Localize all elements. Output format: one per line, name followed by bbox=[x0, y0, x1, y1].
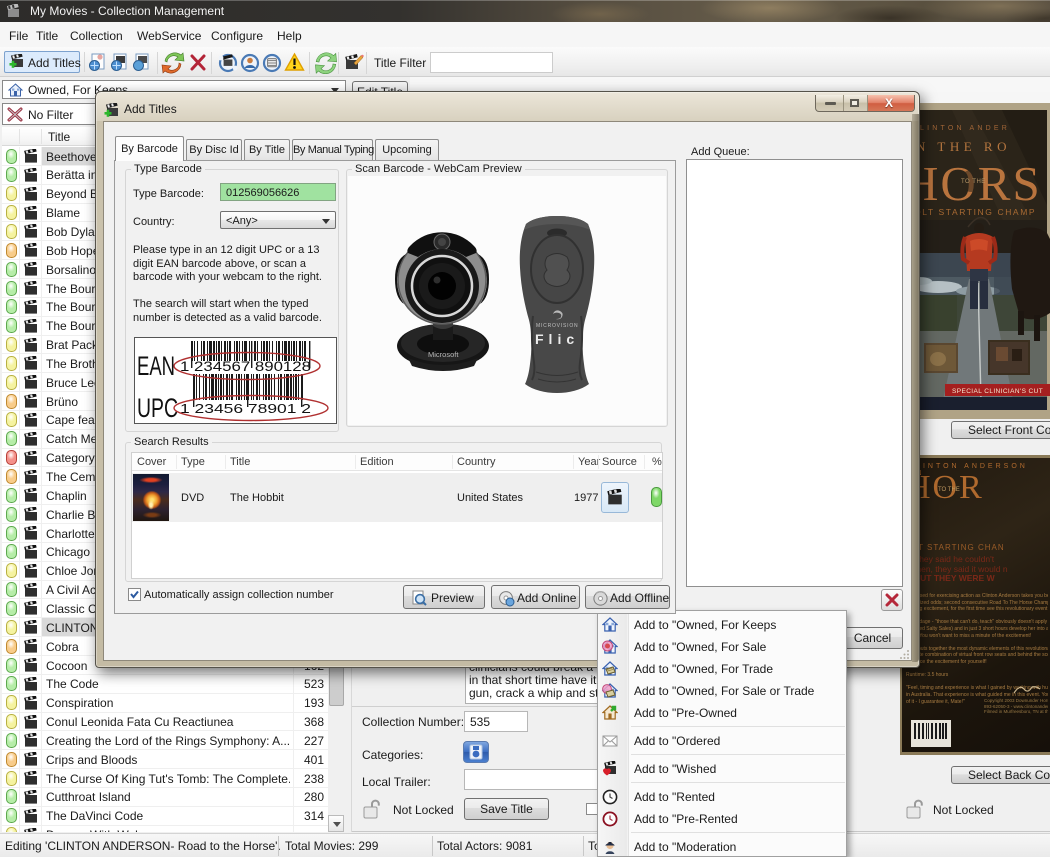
svg-text:1 234567 890128: 1 234567 890128 bbox=[180, 359, 311, 374]
svg-text:Flic: Flic bbox=[535, 331, 579, 347]
svg-text:SPECIAL CLINICIAN'S CUT: SPECIAL CLINICIAN'S CUT bbox=[952, 388, 1043, 395]
svg-text:LINTON ANDER: LINTON ANDER bbox=[920, 125, 1010, 132]
svg-text:EAN: EAN bbox=[137, 351, 175, 381]
svg-text:N THE RO: N THE RO bbox=[916, 139, 1011, 154]
svg-text:OLT STARTING CHAMP: OLT STARTING CHAMP bbox=[914, 207, 1036, 217]
svg-text:MICROVISION: MICROVISION bbox=[536, 323, 578, 329]
svg-text:1 23456 78901 2: 1 23456 78901 2 bbox=[180, 401, 311, 416]
svg-text:TO THE: TO THE bbox=[961, 179, 986, 185]
svg-text:UPC: UPC bbox=[137, 393, 178, 423]
svg-text:Microsoft: Microsoft bbox=[428, 350, 459, 359]
